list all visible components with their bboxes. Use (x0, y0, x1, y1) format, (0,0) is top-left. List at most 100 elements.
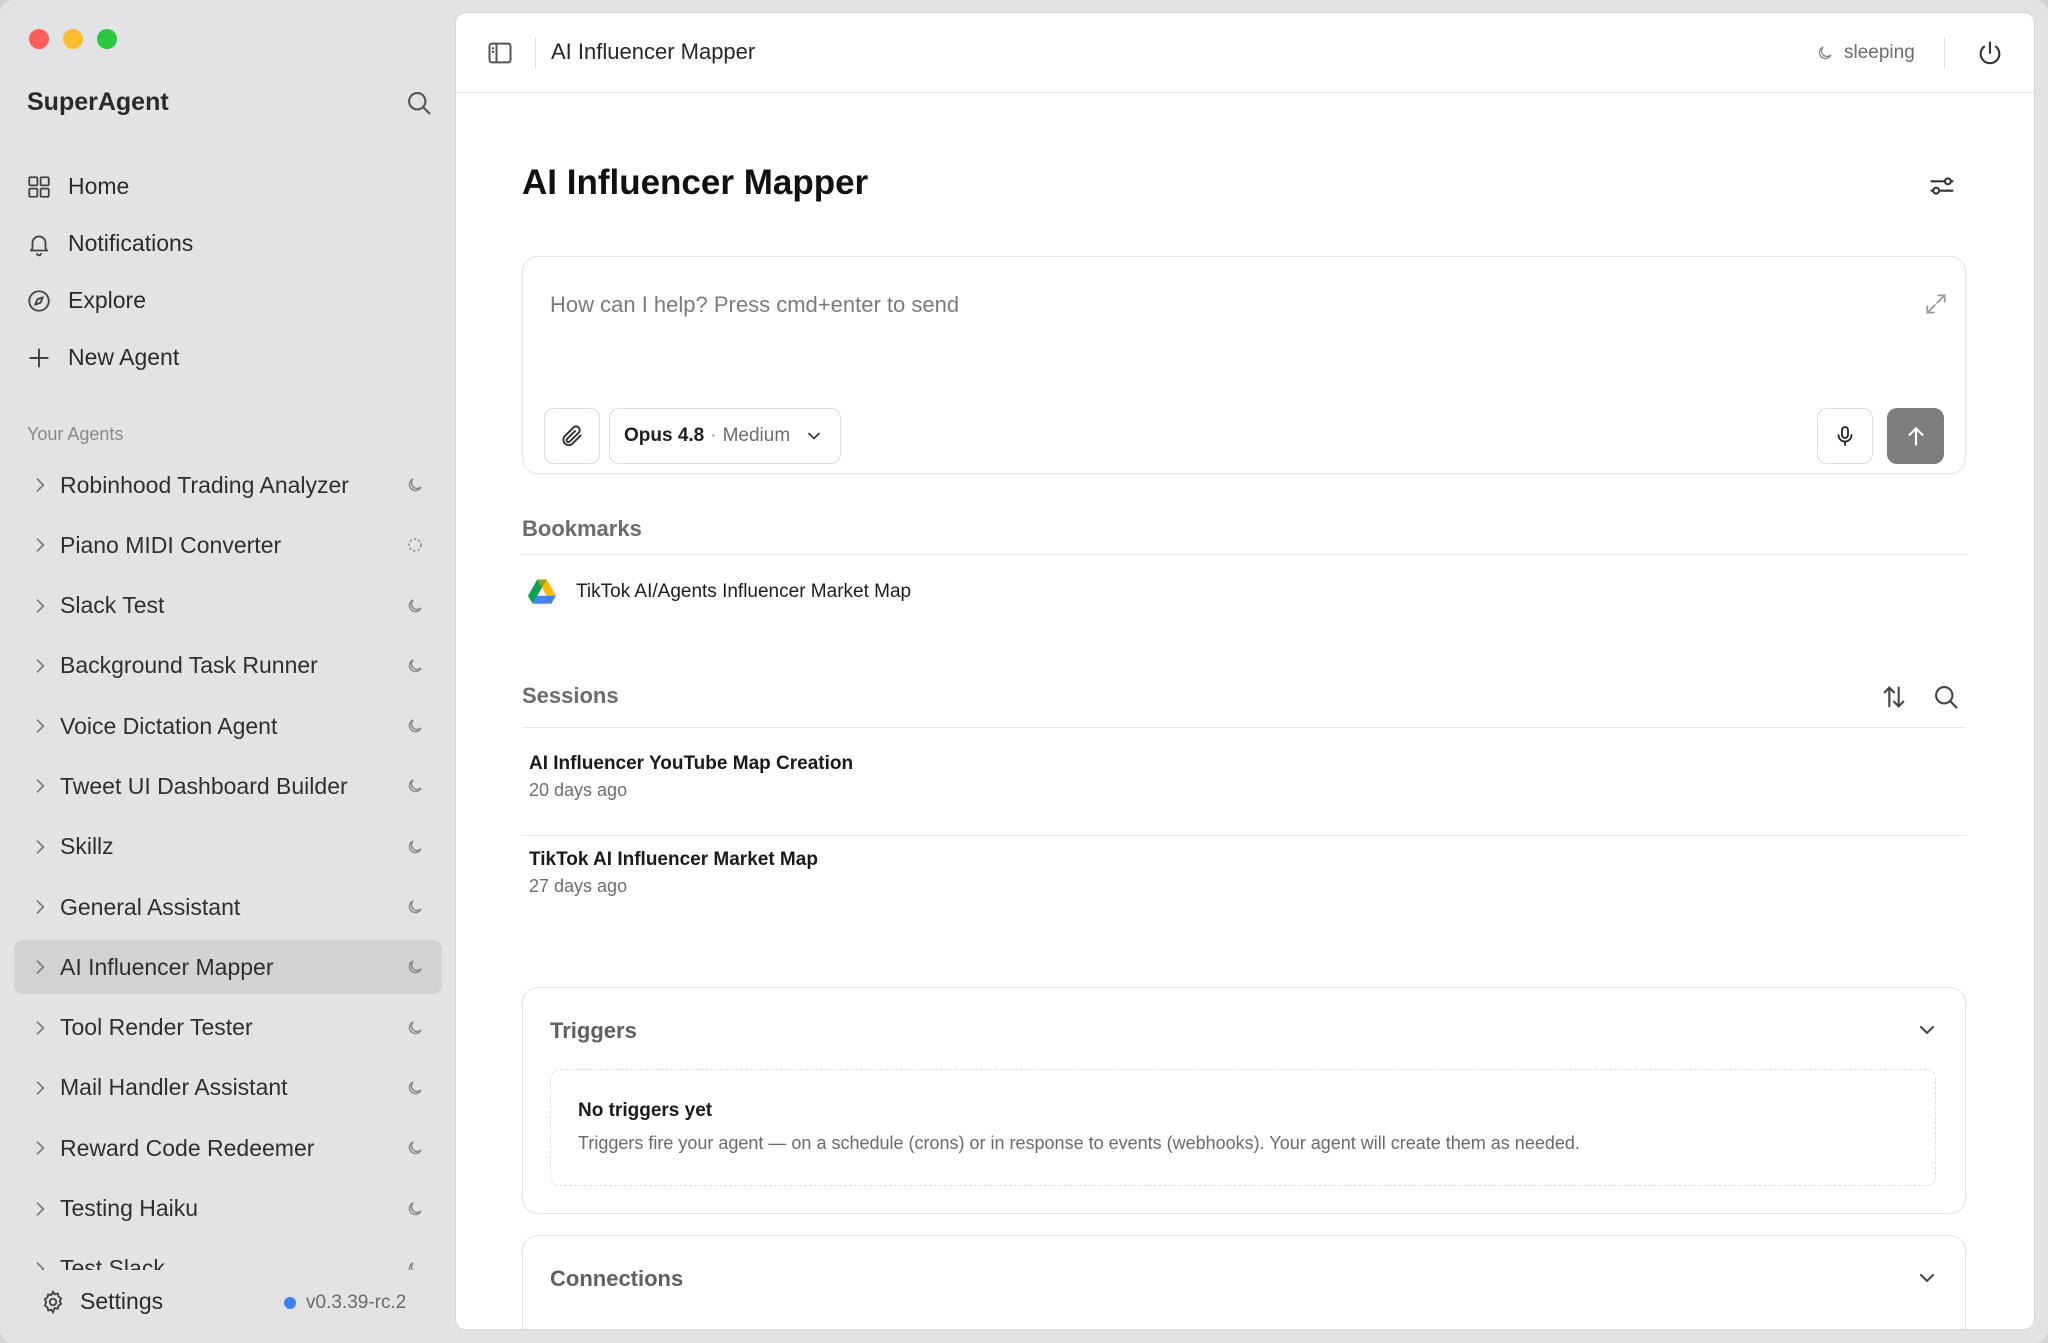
google-drive-icon (528, 579, 556, 604)
chevron-right-icon[interactable] (30, 535, 50, 555)
model-separator: · (710, 425, 717, 446)
moon-icon (408, 840, 422, 853)
agent-item[interactable]: Piano MIDI Converter (14, 518, 442, 572)
expand-icon[interactable] (1923, 291, 1949, 317)
chevron-right-icon[interactable] (30, 716, 50, 736)
chevron-right-icon[interactable] (30, 1138, 50, 1158)
chevron-right-icon[interactable] (30, 776, 50, 796)
your-agents-heading: Your Agents (27, 424, 124, 444)
connections-card: Connections (522, 1235, 1966, 1329)
agent-item[interactable]: Reward Code Redeemer (14, 1121, 442, 1175)
agent-item[interactable]: Slack Test (14, 579, 442, 633)
chevron-right-icon[interactable] (30, 897, 50, 917)
moon-icon (408, 1020, 422, 1034)
session-title: AI Influencer YouTube Map Creation (529, 753, 854, 774)
microphone-button[interactable] (1817, 408, 1873, 464)
loading-icon (408, 538, 422, 553)
version-label: v0.3.39-rc.2 (306, 1292, 407, 1313)
chevron-right-icon[interactable] (30, 475, 50, 495)
app-window: SuperAgent Home Notifications Explore Ne… (0, 0, 2048, 1343)
version-indicator: v0.3.39-rc.2 (284, 1292, 406, 1314)
message-composer[interactable]: How can I help? Press cmd+enter to send … (522, 256, 1966, 474)
agent-name: Testing Haiku (60, 1195, 199, 1222)
empty-state-description: Triggers fire your agent — on a schedule… (578, 1133, 1580, 1153)
sessions-heading: Sessions (522, 683, 1966, 728)
sort-icon[interactable] (1880, 683, 1908, 711)
agent-item[interactable]: Voice Dictation Agent (14, 699, 442, 753)
chevron-right-icon[interactable] (30, 957, 50, 977)
session-item[interactable]: AI Influencer YouTube Map Creation 20 da… (522, 753, 1966, 836)
agent-name: Voice Dictation Agent (60, 712, 278, 739)
model-name: Opus 4.8 (624, 425, 705, 446)
agent-item[interactable]: Testing Haiku (14, 1182, 442, 1236)
send-button[interactable] (1887, 408, 1944, 464)
agent-name: Piano MIDI Converter (60, 531, 282, 558)
agent-item[interactable]: Tool Render Tester (14, 1001, 442, 1055)
agent-item[interactable]: Background Task Runner (14, 639, 442, 693)
nav-home[interactable]: Home (26, 158, 193, 215)
microphone-icon (1837, 426, 1853, 446)
top-bar: AI Influencer Mapper sleeping (456, 13, 2034, 93)
agent-item[interactable]: AI Influencer Mapper (14, 940, 442, 995)
sidebar-toggle-icon[interactable] (486, 39, 514, 67)
chevron-right-icon[interactable] (30, 837, 50, 857)
model-effort: Medium (722, 425, 791, 446)
empty-state-title: No triggers yet (578, 1100, 713, 1121)
message-input[interactable]: How can I help? Press cmd+enter to send (550, 292, 959, 318)
agent-item[interactable]: Tweet UI Dashboard Builder (14, 759, 442, 813)
moon-icon (408, 719, 422, 733)
nav-notifications[interactable]: Notifications (26, 215, 193, 272)
topbar-title: AI Influencer Mapper (551, 39, 756, 64)
topbar-divider (535, 37, 536, 69)
page-title: AI Influencer Mapper (522, 163, 869, 202)
chevron-down-icon[interactable] (1915, 1266, 1939, 1290)
chevron-right-icon[interactable] (30, 1259, 50, 1270)
zoom-window-button[interactable] (97, 29, 117, 49)
bookmarks-heading: Bookmarks (522, 516, 1966, 555)
grid-icon (28, 175, 50, 198)
moon-icon (1818, 46, 1832, 60)
bell-icon (29, 235, 49, 256)
chevron-right-icon[interactable] (30, 1018, 50, 1038)
agent-name: Test Slack (60, 1255, 165, 1270)
nav-explore[interactable]: Explore (26, 272, 193, 329)
agent-name: AI Influencer Mapper (60, 953, 274, 980)
agent-item[interactable]: General Assistant (14, 880, 442, 934)
agent-item[interactable]: Test Slack (14, 1242, 442, 1270)
agent-item[interactable]: Mail Handler Assistant (14, 1061, 442, 1115)
agent-item[interactable]: Robinhood Trading Analyzer (14, 458, 442, 512)
agent-name: Background Task Runner (60, 652, 318, 679)
chevron-right-icon[interactable] (30, 1078, 50, 1098)
moon-icon (408, 659, 422, 673)
nav-home-label: Home (68, 173, 130, 199)
main-panel: AI Influencer Mapper sleeping AI Influen… (456, 13, 2034, 1329)
settings-button[interactable]: Settings (40, 1288, 163, 1315)
moon-icon (408, 1081, 422, 1095)
agent-name: Robinhood Trading Analyzer (60, 471, 349, 498)
search-icon[interactable] (1932, 683, 1960, 711)
close-window-button[interactable] (29, 29, 49, 49)
chevron-right-icon[interactable] (30, 656, 50, 676)
chevron-down-icon[interactable] (1915, 1018, 1939, 1042)
sidebar-footer: Settings v0.3.39-rc.2 (0, 1270, 455, 1343)
moon-icon (408, 598, 422, 612)
moon-icon (408, 478, 422, 492)
chevron-right-icon[interactable] (30, 1199, 50, 1219)
chevron-right-icon[interactable] (30, 596, 50, 616)
triggers-heading: Triggers (550, 1018, 637, 1043)
arrow-up-icon (1907, 426, 1924, 446)
search-icon[interactable] (405, 89, 433, 117)
session-item[interactable]: TikTok AI Influencer Market Map 27 days … (522, 849, 1966, 945)
attach-button[interactable] (544, 408, 600, 464)
agent-name: Slack Test (60, 592, 165, 619)
sliders-icon[interactable] (1928, 172, 1956, 200)
minimize-window-button[interactable] (63, 29, 83, 49)
agent-name: Skillz (60, 833, 114, 860)
power-icon[interactable] (1976, 39, 2004, 67)
agent-status-label: sleeping (1844, 42, 1915, 63)
nav-new-agent[interactable]: New Agent (26, 329, 193, 386)
agent-name: Tool Render Tester (60, 1014, 253, 1041)
bookmark-item[interactable]: TikTok AI/Agents Influencer Market Map (528, 579, 911, 605)
agent-item[interactable]: Skillz (14, 820, 442, 874)
model-select[interactable]: Opus 4.8 · Medium (609, 408, 841, 464)
